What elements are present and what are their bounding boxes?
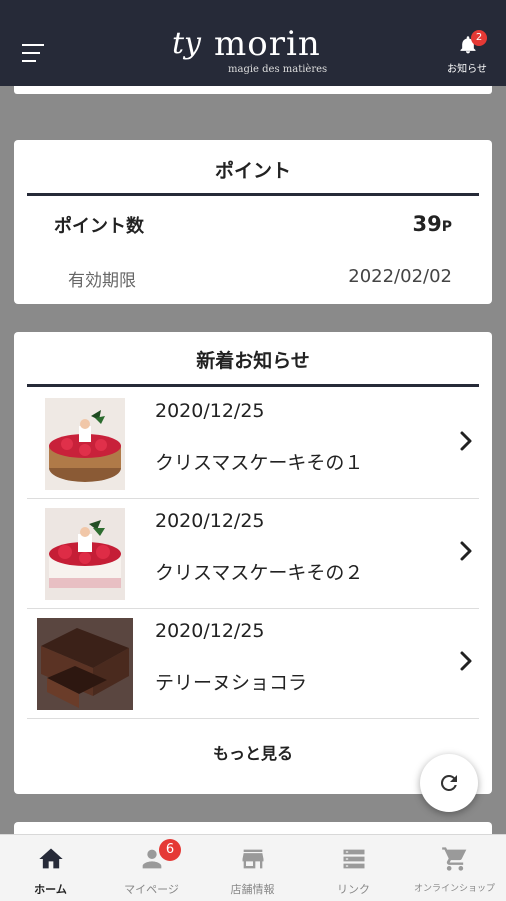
tab-label: オンラインショップ: [413, 884, 495, 894]
tab-label: 店舗情報: [230, 883, 275, 896]
cake-thumbnail: [45, 508, 125, 600]
tab-label: マイページ: [124, 883, 179, 896]
tab-home[interactable]: ホーム: [0, 835, 101, 901]
points-value: 39: [412, 212, 442, 236]
previous-card-edge: [14, 86, 492, 94]
points-row: ポイント数 39P: [54, 212, 452, 238]
expiry-row: 有効期限 2022/02/02: [68, 266, 452, 291]
list-icon: [343, 849, 365, 869]
mypage-badge: 6: [159, 839, 181, 861]
points-title: ポイント: [214, 160, 291, 182]
tab-online-shop[interactable]: オンラインショップ: [404, 835, 505, 901]
news-date: 2020/12/25: [155, 620, 265, 642]
news-date: 2020/12/25: [155, 400, 265, 422]
notification-button[interactable]: 2 お知らせ: [444, 30, 490, 78]
more-button[interactable]: もっと見る: [14, 740, 492, 764]
logo-text: morin: [214, 24, 321, 64]
news-item-title: クリスマスケーキその１: [155, 452, 364, 474]
cake-thumbnail: [45, 398, 125, 490]
news-card: 新着お知らせ 2020/12/25 クリスマスケーキその１ 2020/12/25…: [14, 332, 492, 794]
tab-store-info[interactable]: 店舗情報: [202, 835, 303, 901]
brand-logo: ty morin magie des matières: [172, 22, 342, 78]
notification-badge: 2: [471, 30, 487, 46]
points-value-wrap: 39P: [413, 212, 453, 236]
news-item[interactable]: 2020/12/25 クリスマスケーキその１: [27, 388, 479, 499]
logo-mark: ty: [172, 26, 202, 61]
chevron-right-icon: [460, 541, 472, 561]
news-item[interactable]: 2020/12/25 テリーヌショコラ: [27, 608, 479, 719]
store-icon: [242, 849, 264, 869]
news-title: 新着お知らせ: [196, 350, 310, 372]
divider: [27, 384, 479, 387]
news-date: 2020/12/25: [155, 510, 265, 532]
points-unit: P: [441, 219, 452, 235]
cart-icon: [442, 847, 467, 871]
divider: [27, 193, 479, 196]
logo-tagline: magie des matières: [228, 64, 328, 75]
news-item-title: テリーヌショコラ: [155, 672, 308, 694]
expiry-label: 有効期限: [68, 271, 136, 291]
chevron-right-icon: [460, 651, 472, 671]
bottom-tab-bar: ホーム 6 マイページ 店舗情報 リンク オンラインショップ: [0, 834, 506, 901]
refresh-icon: [440, 775, 457, 791]
news-item-title: クリスマスケーキその２: [155, 562, 364, 584]
points-label: ポイント数: [54, 216, 144, 237]
expiry-value: 2022/02/02: [348, 266, 452, 287]
tab-label: ホーム: [34, 883, 67, 896]
home-icon: [39, 848, 63, 869]
points-card: ポイント ポイント数 39P 有効期限 2022/02/02: [14, 140, 492, 304]
notification-label: お知らせ: [447, 64, 487, 75]
tab-mypage[interactable]: 6 マイページ: [101, 835, 202, 901]
tab-label: リンク: [337, 883, 370, 896]
app-header: ty morin magie des matières 2 お知らせ: [0, 0, 506, 86]
news-item[interactable]: 2020/12/25 クリスマスケーキその２: [27, 498, 479, 609]
refresh-button[interactable]: [420, 754, 478, 812]
chocolate-thumbnail: [37, 618, 133, 710]
menu-icon[interactable]: [22, 44, 44, 64]
tab-links[interactable]: リンク: [303, 835, 404, 901]
chevron-right-icon: [460, 431, 472, 451]
